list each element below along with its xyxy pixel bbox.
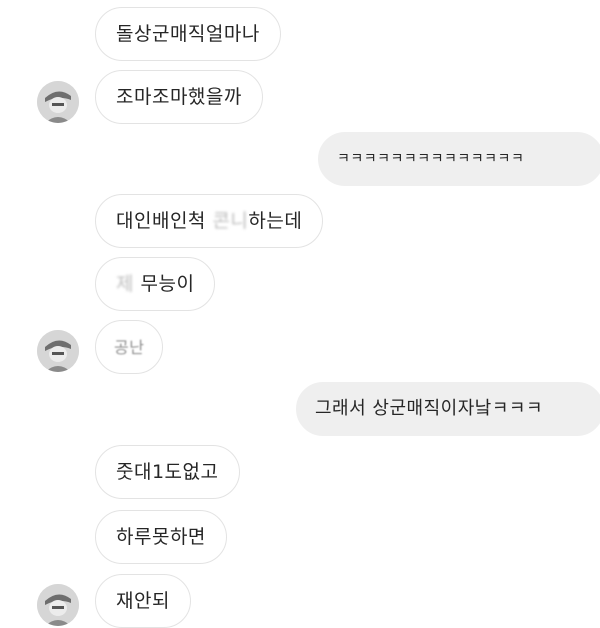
incoming-message[interactable]: 제 무능이 bbox=[95, 257, 216, 311]
incoming-message[interactable]: 줏대1도없고 bbox=[95, 445, 240, 499]
message-text: 줏대1도없고 bbox=[116, 461, 219, 483]
message-text: 하는데 bbox=[248, 210, 303, 232]
incoming-message[interactable]: 대인배인척 콘니하는데 bbox=[95, 194, 324, 248]
message-text: 무능이 bbox=[133, 273, 195, 295]
incoming-message[interactable]: 하루못하면 bbox=[95, 510, 227, 564]
user-avatar-icon[interactable] bbox=[37, 584, 79, 626]
user-avatar-icon[interactable] bbox=[37, 81, 79, 123]
message-text: 재안되 bbox=[116, 590, 170, 612]
message-text: ㅋㅋㅋㅋㅋㅋㅋㅋㅋㅋㅋㅋㅋㅋ bbox=[337, 151, 525, 167]
incoming-message[interactable]: 재안되 bbox=[95, 574, 191, 628]
blurred-text: 제 bbox=[116, 273, 134, 295]
user-avatar-icon[interactable] bbox=[37, 330, 79, 372]
outgoing-message[interactable]: 그래서 상군매직이자낰ㅋㅋㅋ bbox=[296, 382, 600, 436]
message-text: 조마조마했을까 bbox=[116, 86, 242, 108]
message-text: 공난 bbox=[114, 338, 145, 357]
message-text: 그래서 상군매직이자낰ㅋㅋㅋ bbox=[315, 398, 544, 419]
chat-thread: { "messages": [ {"side": "incoming", "te… bbox=[0, 0, 600, 628]
incoming-message[interactable]: 조마조마했을까 bbox=[95, 70, 263, 124]
message-text: 돌상군매직얼마나 bbox=[116, 23, 260, 45]
incoming-message[interactable]: 공난 bbox=[95, 320, 164, 374]
outgoing-message[interactable]: ㅋㅋㅋㅋㅋㅋㅋㅋㅋㅋㅋㅋㅋㅋ bbox=[318, 132, 600, 186]
message-text: 대인배인척 bbox=[116, 210, 213, 232]
message-text: 하루못하면 bbox=[116, 526, 206, 548]
blurred-text: 콘니 bbox=[212, 210, 249, 232]
incoming-message[interactable]: 돌상군매직얼마나 bbox=[95, 7, 281, 61]
